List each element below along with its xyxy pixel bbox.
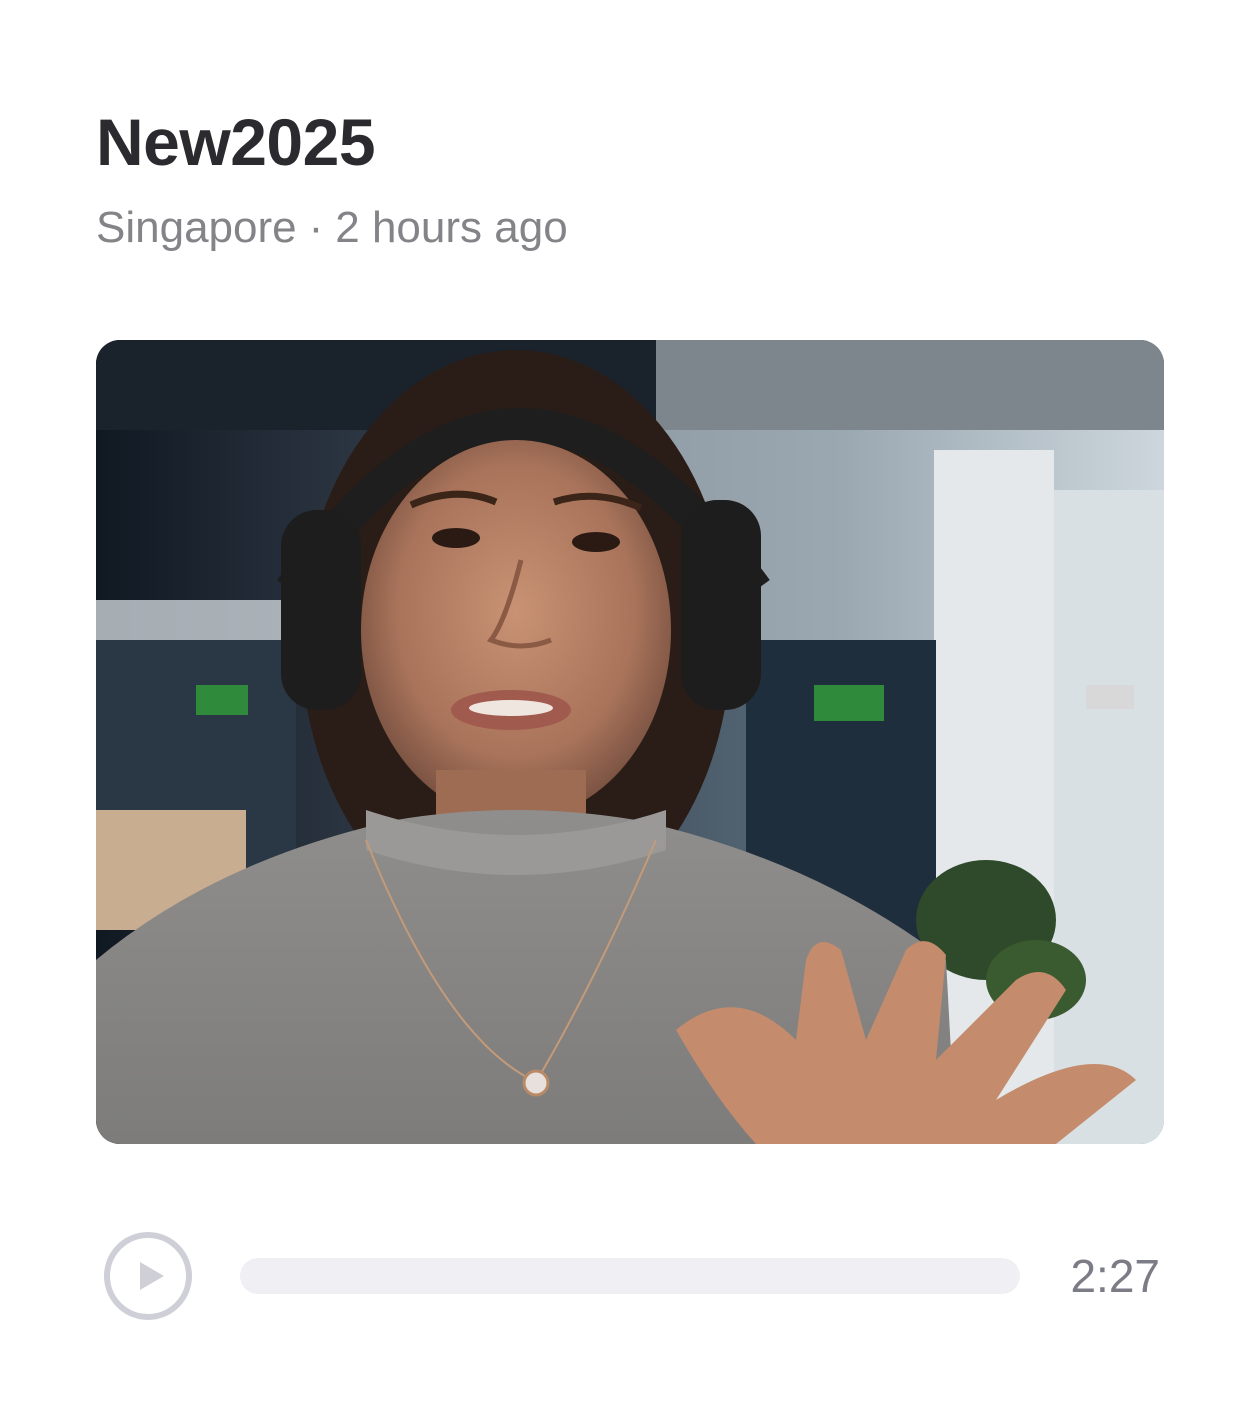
post-meta: Singapore · 2 hours ago	[96, 198, 568, 258]
post-time: 2 hours ago	[335, 203, 568, 252]
video-frame-image	[96, 340, 1164, 1144]
progress-track[interactable]	[240, 1258, 1020, 1294]
duration-label: 2:27	[1070, 1250, 1160, 1302]
post-title: New2025	[96, 105, 376, 179]
video-thumbnail[interactable]	[96, 340, 1164, 1144]
video-post-card: New2025 Singapore · 2 hours ago 2:27	[0, 0, 1260, 1424]
play-icon	[140, 1262, 164, 1290]
post-location: Singapore	[96, 203, 297, 252]
meta-separator: ·	[308, 203, 324, 252]
play-button[interactable]	[104, 1232, 192, 1320]
audio-player: 2:27	[96, 1228, 1164, 1324]
